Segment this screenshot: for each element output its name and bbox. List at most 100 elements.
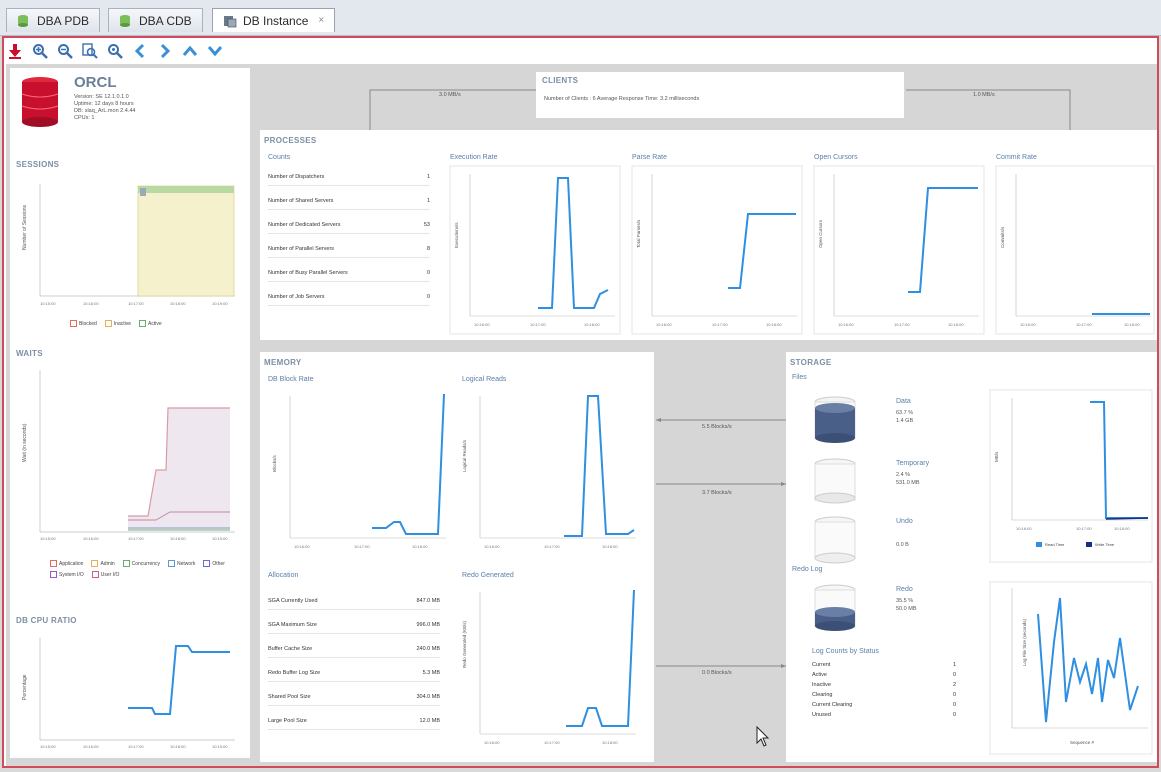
- chart-title: Execution Rate: [450, 154, 498, 161]
- redo-generated-title: Redo Generated: [462, 572, 514, 579]
- tab-bar: DBA PDB DBA CDB DB Instance ×: [0, 0, 1161, 36]
- tab-label: DBA CDB: [139, 13, 192, 28]
- row-label: Inactive: [812, 682, 831, 688]
- x-tick: 10:18:00: [602, 740, 618, 745]
- waits-title: WAITS: [16, 349, 43, 358]
- count-row: Number of Job Servers 0: [268, 294, 430, 306]
- logical-reads-ylabel: Logical Reads/s: [462, 439, 467, 472]
- memory-panel: MEMORY DB Block Rate Blocks/s 10:16:00 1…: [260, 352, 654, 762]
- log-status-row: Unused 0: [812, 712, 956, 721]
- instance-cpus: CPUs: 1: [74, 115, 95, 121]
- row-label: Number of Job Servers: [268, 294, 325, 300]
- block-rate-chart: Blocks/s 10:16:00 10:17:00 10:18:00: [272, 393, 446, 549]
- x-tick: 10:18:00: [170, 744, 186, 749]
- parse-rate-chart: Total Parses/s 10:16:00 10:17:00 10:18:0…: [631, 165, 803, 335]
- x-tick: 10:16:00: [484, 740, 500, 745]
- row-label: Active: [812, 672, 827, 678]
- zoom-reset-icon[interactable]: [106, 42, 124, 60]
- row-label: Current: [812, 662, 831, 668]
- x-tick: 10:16:00: [484, 544, 500, 549]
- chart-ylabel: Open Cursors: [818, 219, 823, 248]
- x-tick: 10:16:00: [1016, 526, 1032, 531]
- sessions-title: SESSIONS: [16, 160, 60, 169]
- x-tick: 10:18:00: [602, 544, 618, 549]
- allocation-title: Allocation: [268, 572, 299, 579]
- x-tick: 10:17:00: [530, 322, 546, 327]
- redo-log-title: Redo Log: [792, 566, 823, 573]
- logical-reads-chart: Logical Reads/s 10:16:00 10:17:00 10:18:…: [462, 395, 636, 549]
- temp-file-cylinder-icon: [814, 458, 856, 504]
- x-tick: 10:17:00: [354, 544, 370, 549]
- instance-version: Version: SE 12.1.0.1.0: [74, 94, 129, 100]
- file-size: 531.0 MB: [896, 480, 920, 486]
- row-value: 1: [426, 174, 430, 180]
- legend-label: Inactive: [113, 320, 132, 327]
- x-tick: 10:18:00: [1124, 322, 1140, 327]
- chart-title: Commit Rate: [996, 154, 1037, 161]
- legend-label: Read Time: [1045, 542, 1065, 547]
- row-value: 0: [426, 294, 430, 300]
- tab-label: DBA PDB: [37, 13, 90, 28]
- allocation-row: SGA Currently Used 847.0 MB: [268, 598, 440, 610]
- x-tick: 10:18:00: [1114, 526, 1130, 531]
- tab-dba-pdb[interactable]: DBA PDB: [6, 8, 101, 32]
- zoom-in-icon[interactable]: [31, 42, 49, 60]
- row-value: 8: [426, 246, 430, 252]
- file-name: Undo: [896, 518, 913, 525]
- chart-ylabel: Commits/s: [1000, 226, 1005, 248]
- redo-name: Redo: [896, 586, 913, 593]
- tab-dba-cdb[interactable]: DBA CDB: [108, 8, 203, 32]
- file-pct: 63.7 %: [896, 410, 914, 416]
- log-status-title: Log Counts by Status: [812, 648, 879, 655]
- zoom-out-icon[interactable]: [56, 42, 74, 60]
- row-value: 0: [952, 672, 956, 678]
- x-tick: 10:17:00: [544, 544, 560, 549]
- instance-uptime: Uptime: 12 days 8 hours: [74, 101, 134, 107]
- instance-dbinfo: DB: slaq_ArL.mon 2.4.44: [74, 108, 136, 114]
- log-status-row: Inactive 2: [812, 682, 956, 691]
- legend-label: Concurrency: [131, 560, 161, 567]
- redo-log-cylinder-icon: [814, 584, 856, 631]
- legend-label: User I/O: [100, 571, 120, 578]
- data-file-cylinder-icon: [814, 396, 856, 443]
- row-value: 2: [952, 682, 956, 688]
- file-name: Temporary: [896, 460, 930, 467]
- database-green-icon: [18, 14, 28, 27]
- close-icon[interactable]: ×: [318, 15, 324, 26]
- row-value: 1: [952, 662, 956, 668]
- sessions-legend: Blocked Inactive Active: [70, 320, 162, 327]
- clients-left-rate: 3.0 MB/s: [439, 92, 461, 98]
- log-status-row: Current 1: [812, 662, 956, 671]
- counts-title: Counts: [268, 154, 291, 161]
- row-label: Large Pool Size: [268, 718, 307, 724]
- x-tick: 10:16:00: [474, 322, 490, 327]
- db-instance-icon: [224, 15, 237, 27]
- zoom-fit-icon[interactable]: [81, 42, 99, 60]
- row-label: SGA Maximum Size: [268, 622, 317, 628]
- chart-ylabel: Executions/s: [454, 222, 459, 248]
- expand-icon[interactable]: [206, 42, 224, 60]
- legend-label: Admin: [100, 560, 115, 567]
- clients-right-rate: 1.0 MB/s: [973, 92, 995, 98]
- x-tick: 10:19:00: [212, 744, 228, 749]
- instance-panel: ORCL Version: SE 12.1.0.1.0 Uptime: 12 d…: [10, 68, 250, 758]
- legend-label: Write Time: [1095, 542, 1115, 547]
- x-tick: 10:18:00: [584, 322, 600, 327]
- commit-rate-chart: Commits/s 10:16:00 10:17:00 10:18:00: [995, 165, 1155, 335]
- row-value: 0: [952, 712, 956, 718]
- x-tick: 10:16:00: [294, 544, 310, 549]
- collapse-icon[interactable]: [181, 42, 199, 60]
- transfer-rate-label: 3.7 Blocks/s: [702, 490, 732, 496]
- tab-db-instance[interactable]: DB Instance ×: [212, 8, 336, 32]
- x-tick: 10:19:00: [212, 301, 228, 306]
- download-icon[interactable]: [6, 42, 24, 60]
- row-label: Current Clearing: [812, 702, 853, 708]
- row-label: Unused: [812, 712, 831, 718]
- count-row: Number of Parallel Servers 8: [268, 246, 430, 258]
- back-icon[interactable]: [131, 42, 149, 60]
- x-tick: 10:16:00: [656, 322, 672, 327]
- toolbar: [6, 40, 224, 62]
- forward-icon[interactable]: [156, 42, 174, 60]
- row-label: Clearing: [812, 692, 833, 698]
- row-label: Shared Pool Size: [268, 694, 311, 700]
